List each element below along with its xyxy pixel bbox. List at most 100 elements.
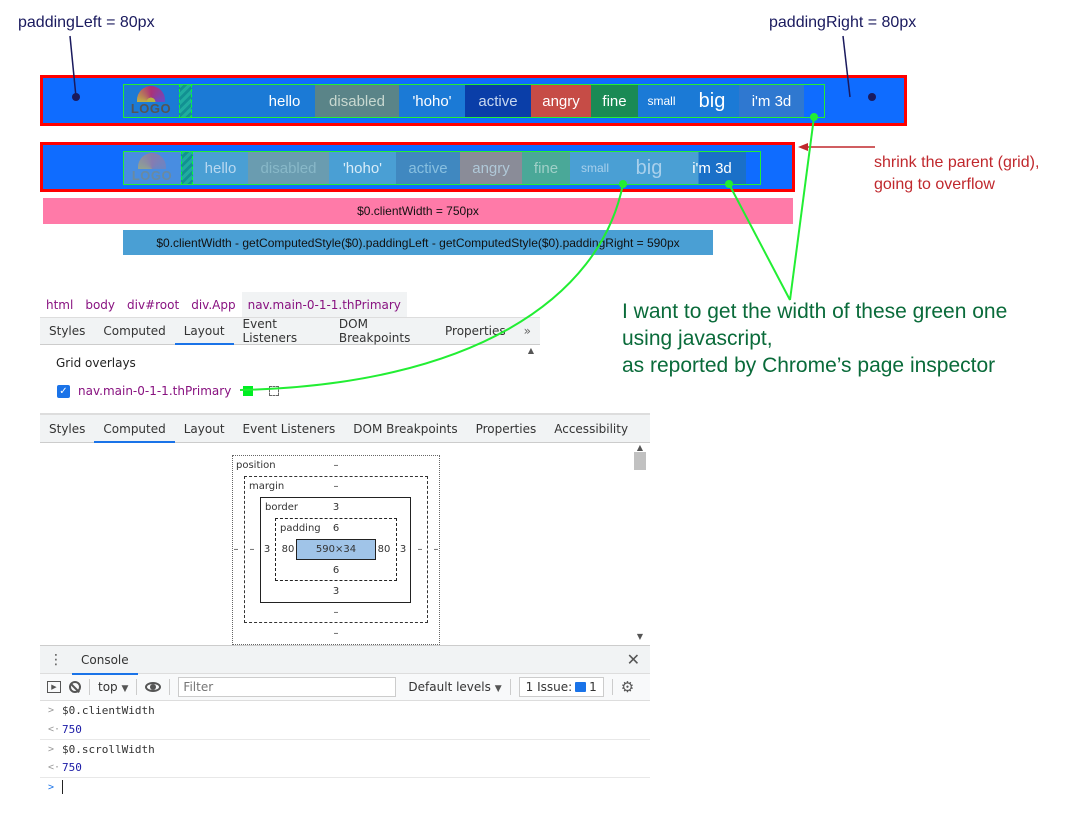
issues-count: 1 [589, 680, 597, 694]
log-levels-value: Default levels [408, 680, 491, 694]
tab-layout[interactable]: Layout [174, 318, 234, 345]
nav-item-active[interactable]: active [465, 84, 531, 118]
eye-icon[interactable] [145, 682, 162, 692]
input-caret-icon: > [48, 743, 55, 755]
question-annotation: I want to get the width of these green o… [622, 298, 1007, 379]
sidebar-toggle-icon[interactable]: ▶ [47, 681, 61, 693]
scroll-down-icon[interactable]: ▼ [633, 632, 647, 641]
tab-dom-breakpoints[interactable]: DOM Breakpoints [330, 317, 436, 345]
question-line2: using javascript, [622, 327, 773, 350]
more-tabs-icon[interactable]: » [515, 318, 540, 344]
console-output: > $0.clientWidth <· 750 > $0.scrollWidth <·… [40, 701, 650, 796]
tab-event-listeners[interactable]: Event Listeners [234, 317, 330, 345]
grid-gap [179, 84, 192, 118]
tab-dom-breakpoints[interactable]: DOM Breakpoints [344, 415, 466, 442]
grid-gap [181, 151, 193, 185]
padding-label: padding [280, 523, 321, 534]
breadcrumb-body[interactable]: body [79, 292, 121, 317]
position-bottom[interactable]: – [326, 628, 346, 639]
toolbar-separator [509, 679, 511, 695]
nav-item-fine[interactable]: fine [522, 151, 570, 185]
tab-computed[interactable]: Computed [94, 415, 176, 443]
nav-item-active[interactable]: active [396, 151, 460, 185]
nav-item-angry[interactable]: angry [460, 151, 522, 185]
logo-text: LOGO [130, 100, 172, 116]
drawer-menu-icon[interactable]: ⋮ [40, 652, 72, 668]
nav-item-hoho[interactable]: 'hoho' [399, 84, 465, 118]
breadcrumb-nav[interactable]: nav.main-0-1-1.thPrimary [241, 292, 407, 317]
padding-bottom[interactable]: 6 [326, 565, 346, 576]
settings-gear-icon[interactable]: ⚙ [621, 678, 634, 696]
highlight-element-icon[interactable] [269, 386, 280, 396]
tab-console[interactable]: Console [72, 645, 138, 675]
nav-item-hoho[interactable]: 'hoho' [329, 151, 396, 185]
context-selector[interactable]: top ▼ [98, 680, 128, 694]
nav-item-small[interactable]: small [570, 151, 620, 185]
nav-item-big[interactable]: big [685, 84, 739, 118]
padding-left-annotation: paddingLeft = 80px [18, 14, 155, 31]
border-left[interactable]: 3 [257, 544, 277, 555]
overlay-color-swatch[interactable] [243, 386, 254, 396]
nav-item-3d[interactable]: i'm 3d [678, 151, 746, 185]
issues-button[interactable]: 1 Issue: 1 [518, 677, 604, 697]
log-levels-dropdown[interactable]: Default levels ▼ [408, 680, 501, 694]
issues-label: 1 Issue: [525, 680, 573, 694]
console-result-value: 750 [62, 761, 82, 774]
toolbar-separator [136, 679, 138, 695]
text-cursor [62, 780, 63, 794]
console-toolbar: ▶ top ▼ Default levels ▼ 1 Issue: 1 ⚙ [40, 674, 650, 701]
nav-item-small[interactable]: small [638, 84, 685, 118]
breadcrumb-div-root[interactable]: div#root [121, 292, 185, 317]
nav-item-hello[interactable]: hello [254, 84, 315, 118]
border-bottom[interactable]: 3 [326, 586, 346, 597]
tab-computed[interactable]: Computed [94, 318, 174, 344]
output-caret-icon: <· [48, 762, 61, 773]
padding-left[interactable]: 80 [278, 544, 298, 555]
scroll-up-icon[interactable]: ▲ [525, 346, 537, 355]
padding-right[interactable]: 80 [374, 544, 394, 555]
console-prompt[interactable]: > [40, 777, 650, 796]
margin-bottom[interactable]: – [326, 607, 346, 618]
tab-event-listeners[interactable]: Event Listeners [234, 415, 345, 442]
console-input-text: $0.scrollWidth [62, 742, 155, 756]
padding-top[interactable]: 6 [326, 523, 346, 534]
shrink-annotation-line2: going to overflow [874, 176, 995, 193]
grid-overlay-checkbox[interactable]: ✓ [57, 384, 70, 398]
border-top[interactable]: 3 [326, 502, 346, 513]
console-input-row: > $0.scrollWidth [40, 739, 650, 758]
shrink-annotation-line1: shrink the parent (grid), [874, 154, 1040, 171]
breadcrumb-html[interactable]: html [40, 292, 79, 317]
content-width-bar: $0.clientWidth - getComputedStyle($0).pa… [123, 230, 713, 255]
nav-item-angry[interactable]: angry [531, 84, 591, 118]
nav-item-hello[interactable]: hello [193, 151, 248, 185]
scroll-thumb[interactable] [634, 452, 646, 470]
nav-item-fine[interactable]: fine [591, 84, 638, 118]
margin-label: margin [249, 481, 285, 492]
box-content[interactable]: 590×34 [296, 539, 376, 560]
tab-accessibility[interactable]: Accessibility [545, 415, 637, 442]
nav-item-disabled: disabled [248, 151, 329, 185]
grid-overlay-label: nav.main-0-1-1.thPrimary [78, 384, 232, 398]
margin-right[interactable]: – [410, 544, 430, 555]
output-caret-icon: <· [48, 724, 61, 735]
tab-layout[interactable]: Layout [175, 415, 234, 442]
nav-item-big[interactable]: big [620, 151, 678, 185]
close-drawer-icon[interactable]: ✕ [627, 650, 640, 669]
console-input-row: > $0.clientWidth [40, 701, 650, 720]
clear-console-icon[interactable] [69, 681, 81, 693]
console-result-value: 750 [62, 723, 82, 736]
scroll-up-icon[interactable]: ▲ [633, 443, 647, 452]
tab-styles[interactable]: Styles [40, 318, 94, 344]
tab-properties[interactable]: Properties [436, 318, 515, 344]
computed-scrollbar[interactable]: ▲ ▼ [633, 443, 647, 643]
logo-flower-icon [138, 153, 166, 169]
tab-properties[interactable]: Properties [467, 415, 546, 442]
tab-styles[interactable]: Styles [40, 415, 94, 442]
breadcrumb-div-app[interactable]: div.App [185, 292, 241, 317]
position-top[interactable]: – [326, 460, 346, 471]
nav-item-3d[interactable]: i'm 3d [739, 84, 804, 118]
margin-top[interactable]: – [326, 481, 346, 492]
filter-input[interactable] [178, 677, 397, 697]
layout-scrollbar[interactable]: ▲ [525, 346, 537, 415]
logo: LOGO [123, 151, 181, 185]
